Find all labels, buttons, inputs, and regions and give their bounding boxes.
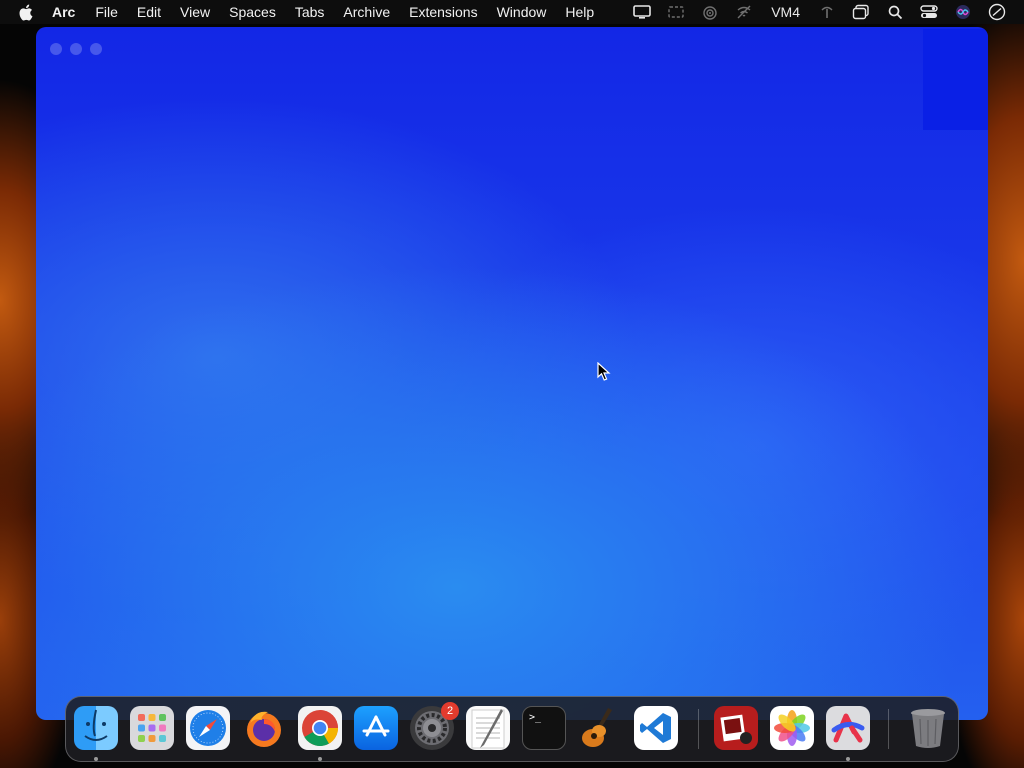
terminal-prompt: >_ (529, 712, 542, 723)
arc-icon[interactable] (826, 706, 870, 750)
clock-icon[interactable] (980, 0, 1014, 24)
apple-menu-icon[interactable] (18, 4, 36, 21)
antenna-icon[interactable] (810, 0, 844, 24)
trash-icon[interactable] (906, 706, 950, 750)
control-center-icon[interactable] (912, 0, 946, 24)
mouse-cursor-icon (597, 362, 611, 381)
search-icon[interactable] (878, 0, 912, 24)
corner-panel (923, 29, 988, 130)
arc-running-indicator (846, 757, 850, 761)
menu-view[interactable]: View (180, 0, 210, 24)
menu-extensions[interactable]: Extensions (409, 0, 477, 24)
menu-spaces[interactable]: Spaces (229, 0, 276, 24)
launchpad-icon[interactable] (130, 706, 174, 750)
chrome-running-indicator (318, 757, 322, 761)
siri-icon[interactable] (946, 0, 980, 24)
chrome-icon[interactable] (298, 706, 342, 750)
vm-label[interactable]: VM4 (761, 0, 810, 24)
finder-icon[interactable] (74, 706, 118, 750)
no-wifi-icon[interactable] (727, 0, 761, 24)
app-store-icon[interactable] (354, 706, 398, 750)
photos-icon[interactable] (770, 706, 814, 750)
status-area: VM4 (625, 0, 1014, 24)
minimize-window-button[interactable] (70, 43, 82, 55)
window-switcher-icon[interactable] (844, 0, 878, 24)
vscode-icon[interactable] (634, 706, 678, 750)
menu-app-name[interactable]: Arc (52, 0, 75, 24)
airdrop-icon[interactable] (693, 0, 727, 24)
finder-running-indicator (94, 757, 98, 761)
arc-browser-window[interactable] (36, 27, 988, 720)
photo-booth-icon[interactable] (714, 706, 758, 750)
menu-edit[interactable]: Edit (137, 0, 161, 24)
menu-file[interactable]: File (95, 0, 118, 24)
textedit-icon[interactable] (466, 706, 510, 750)
menu-help[interactable]: Help (565, 0, 594, 24)
display-icon[interactable] (625, 0, 659, 24)
menu-archive[interactable]: Archive (343, 0, 390, 24)
garageband-icon[interactable] (578, 706, 622, 750)
menu-bar: Arc File Edit View Spaces Tabs Archive E… (0, 0, 1024, 24)
screen-record-icon[interactable] (659, 0, 693, 24)
window-controls (50, 43, 102, 55)
dock: 2 >_ (65, 696, 959, 762)
dock-separator (698, 709, 699, 749)
terminal-icon[interactable]: >_ (522, 706, 566, 750)
safari-icon[interactable] (186, 706, 230, 750)
zoom-window-button[interactable] (90, 43, 102, 55)
menu-window[interactable]: Window (497, 0, 547, 24)
menu-tabs[interactable]: Tabs (295, 0, 325, 24)
dock-separator-trash (888, 709, 889, 749)
close-window-button[interactable] (50, 43, 62, 55)
firefox-icon[interactable] (242, 706, 286, 750)
settings-badge: 2 (441, 702, 459, 720)
